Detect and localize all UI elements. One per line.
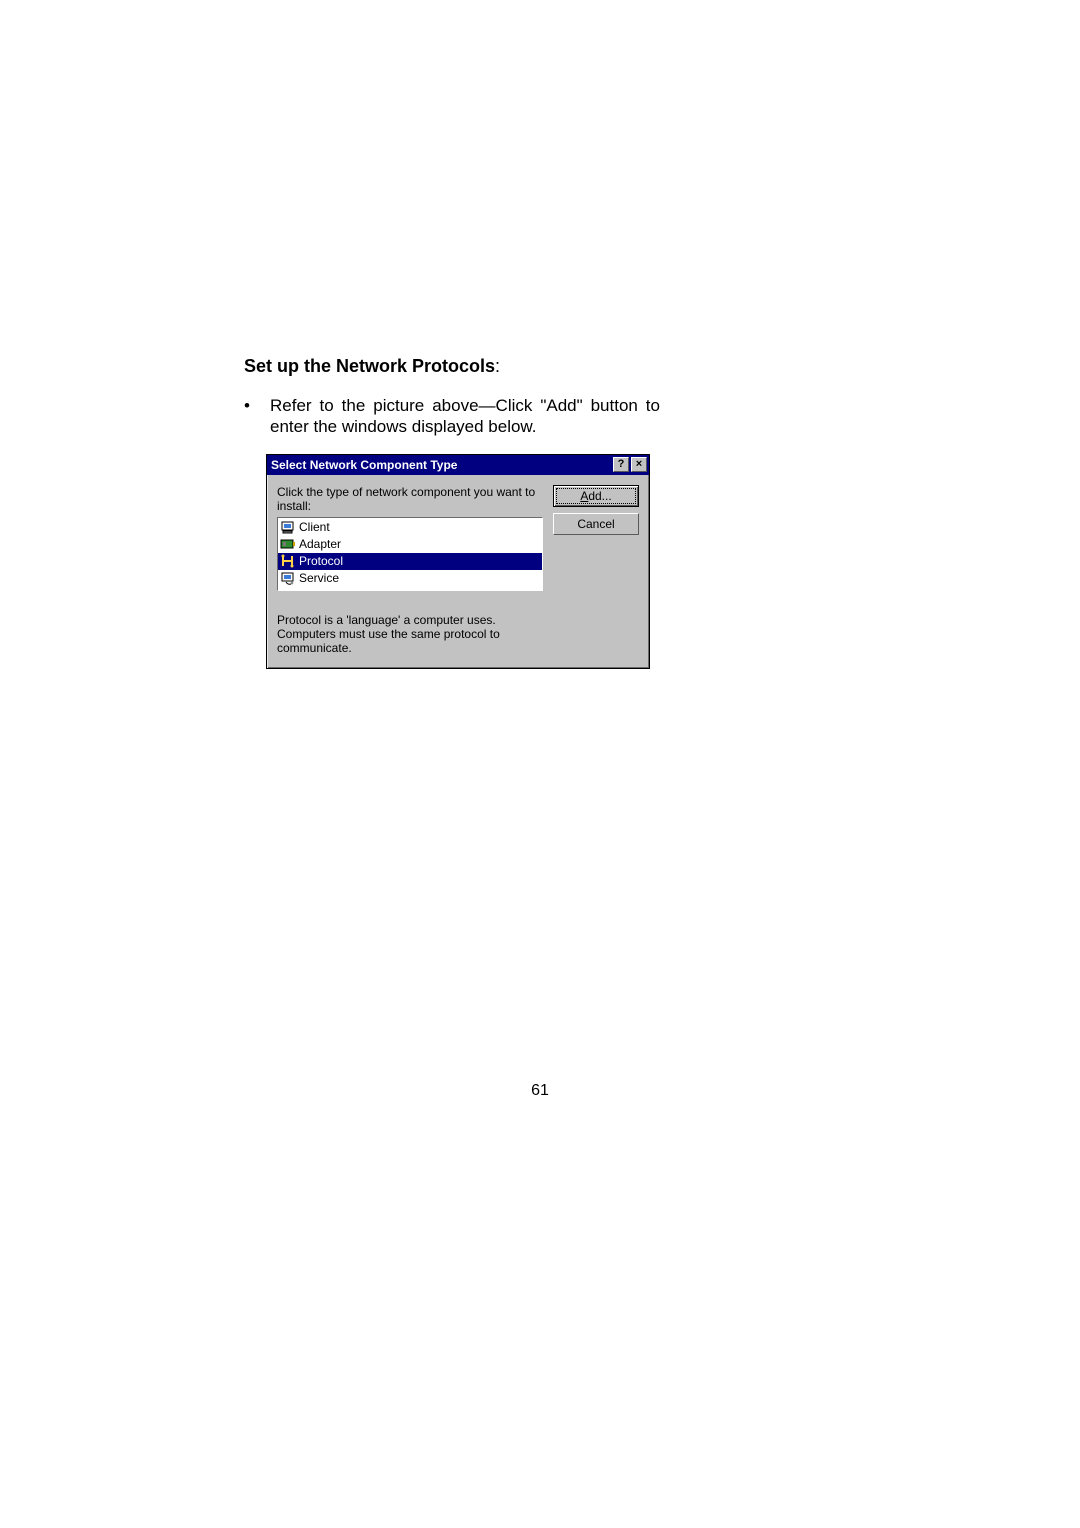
component-type-list[interactable]: Client Adapter Protocol — [277, 517, 543, 591]
page-number: 61 — [0, 1082, 1080, 1100]
help-button[interactable]: ? — [613, 457, 629, 472]
client-icon — [280, 519, 296, 535]
dialog-instruction: Click the type of network component you … — [277, 485, 543, 513]
dialog-button-column: Add... Cancel — [553, 485, 639, 656]
heading-text: Set up the Network Protocols — [244, 356, 495, 376]
bullet-text: Refer to the picture above—Click "Add" b… — [270, 395, 660, 438]
component-description: Protocol is a 'language' a computer uses… — [277, 613, 537, 656]
list-item-adapter[interactable]: Adapter — [278, 536, 542, 553]
help-icon: ? — [618, 459, 625, 470]
list-item-label: Service — [299, 571, 339, 585]
cancel-button[interactable]: Cancel — [553, 513, 639, 535]
service-icon — [280, 570, 296, 586]
close-button[interactable]: × — [631, 457, 647, 472]
add-button[interactable]: Add... — [553, 485, 639, 507]
list-item-protocol[interactable]: Protocol — [278, 553, 542, 570]
add-rest: dd... — [588, 489, 611, 503]
list-item-label: Protocol — [299, 554, 343, 568]
document-page: Set up the Network Protocols: • Refer to… — [0, 0, 1080, 1528]
protocol-icon — [280, 553, 296, 569]
close-icon: × — [636, 459, 642, 470]
instruction-bullet: • Refer to the picture above—Click "Add"… — [244, 395, 660, 438]
select-network-component-dialog: Select Network Component Type ? × Click … — [266, 454, 650, 669]
dialog-titlebar: Select Network Component Type ? × — [267, 455, 649, 475]
list-item-label: Adapter — [299, 537, 341, 551]
list-item-client[interactable]: Client — [278, 519, 542, 536]
dialog-title: Select Network Component Type — [271, 458, 611, 472]
section-heading: Set up the Network Protocols: — [244, 356, 660, 377]
cancel-label: Cancel — [577, 517, 614, 531]
list-item-service[interactable]: Service — [278, 570, 542, 587]
bullet-marker: • — [244, 395, 270, 416]
dialog-left-pane: Click the type of network component you … — [277, 485, 543, 656]
page-content: Set up the Network Protocols: • Refer to… — [244, 356, 660, 669]
heading-colon: : — [495, 356, 500, 376]
adapter-icon — [280, 536, 296, 552]
list-item-label: Client — [299, 520, 330, 534]
dialog-body: Click the type of network component you … — [267, 475, 649, 668]
